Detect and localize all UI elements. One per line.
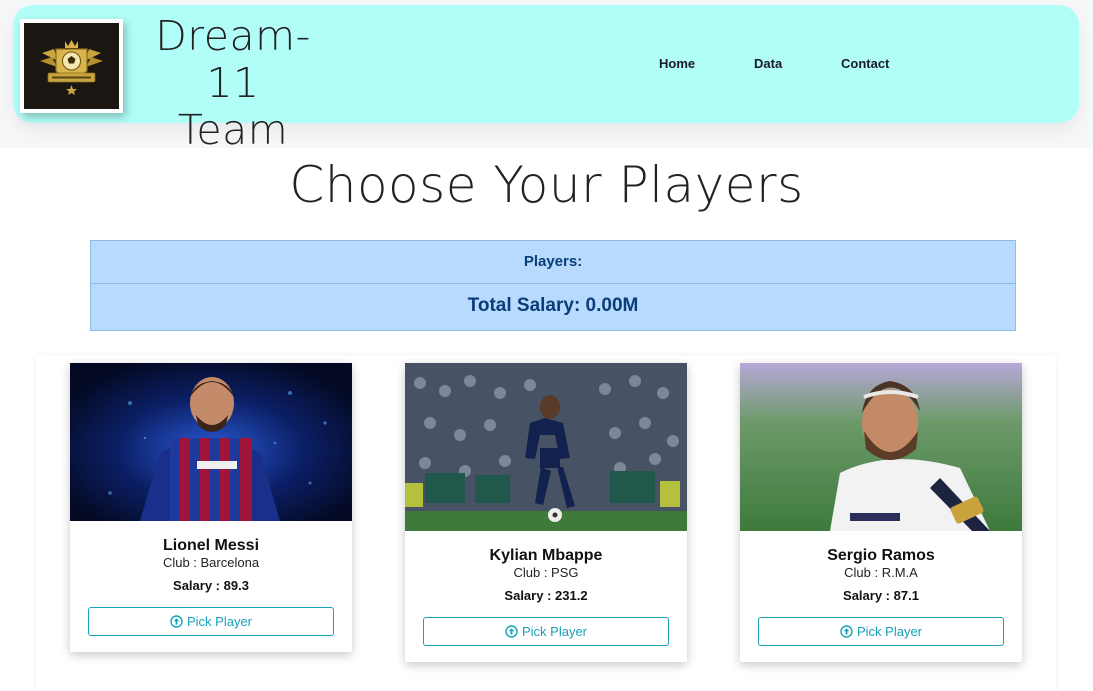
player-club: Club : PSG xyxy=(513,565,579,580)
pick-player-label: Pick Player xyxy=(856,624,923,639)
player-salary: Salary : 89.3 xyxy=(70,578,352,594)
arrow-circle-up-icon xyxy=(170,610,183,637)
pick-player-button[interactable]: Pick Player xyxy=(758,617,1004,646)
salary-value: 87.1 xyxy=(893,588,919,603)
players-label: Players: xyxy=(91,241,1015,284)
brand-title: Dream-11 Team xyxy=(133,13,333,154)
header: Dream-11 Team Home Data Contact xyxy=(13,5,1079,154)
player-club: Club : Barcelona xyxy=(162,555,260,570)
salary-label: Salary : xyxy=(504,588,552,603)
player-card: Sergio Ramos Club : R.M.A Salary : 87.1 … xyxy=(740,363,1022,662)
pick-player-button[interactable]: Pick Player xyxy=(88,607,334,636)
player-info: Sergio Ramos Club : R.M.A Salary : 87.1 … xyxy=(740,531,1022,646)
salary-label: Salary : xyxy=(173,578,221,593)
nav-data-link[interactable]: Data xyxy=(754,56,782,71)
nav-home-link[interactable]: Home xyxy=(659,56,695,71)
player-info: Lionel Messi Club : Barcelona Salary : 8… xyxy=(70,521,352,636)
player-name: Lionel Messi xyxy=(162,537,260,554)
player-photo xyxy=(740,363,1022,531)
total-salary: Total Salary: 0.00M xyxy=(467,295,639,316)
selection-summary: Players: Total Salary: 0.00M xyxy=(90,240,1016,331)
arrow-circle-up-icon xyxy=(505,620,518,647)
pick-player-label: Pick Player xyxy=(186,614,253,629)
page-title: Choose Your Players xyxy=(289,156,804,214)
player-card: Lionel Messi Club : Barcelona Salary : 8… xyxy=(70,363,352,652)
pick-player-button[interactable]: Pick Player xyxy=(423,617,669,646)
player-info: Kylian Mbappe Club : PSG Salary : 231.2 … xyxy=(405,531,687,646)
arrow-circle-up-icon xyxy=(840,620,853,647)
player-salary: Salary : 231.2 xyxy=(405,588,687,604)
nav-contact-link[interactable]: Contact xyxy=(841,56,889,71)
salary-value: 89.3 xyxy=(223,578,249,593)
salary-label: Salary : xyxy=(843,588,891,603)
player-name: Kylian Mbappe xyxy=(489,547,603,564)
player-name: Sergio Ramos xyxy=(827,547,935,564)
player-photo xyxy=(405,363,687,531)
player-card: Kylian Mbappe Club : PSG Salary : 231.2 … xyxy=(405,363,687,662)
player-salary: Salary : 87.1 xyxy=(740,588,1022,604)
pick-player-label: Pick Player xyxy=(521,624,588,639)
brand-line-2: Team xyxy=(177,106,289,154)
salary-value: 231.2 xyxy=(555,588,588,603)
football-club-crest-icon xyxy=(40,40,103,95)
player-photo xyxy=(70,363,352,521)
page: Dream-11 Team Home Data Contact Choose Y… xyxy=(0,0,1093,691)
logo[interactable] xyxy=(20,19,123,113)
player-club: Club : R.M.A xyxy=(844,565,918,580)
brand-line-1: Dream-11 xyxy=(155,12,311,107)
